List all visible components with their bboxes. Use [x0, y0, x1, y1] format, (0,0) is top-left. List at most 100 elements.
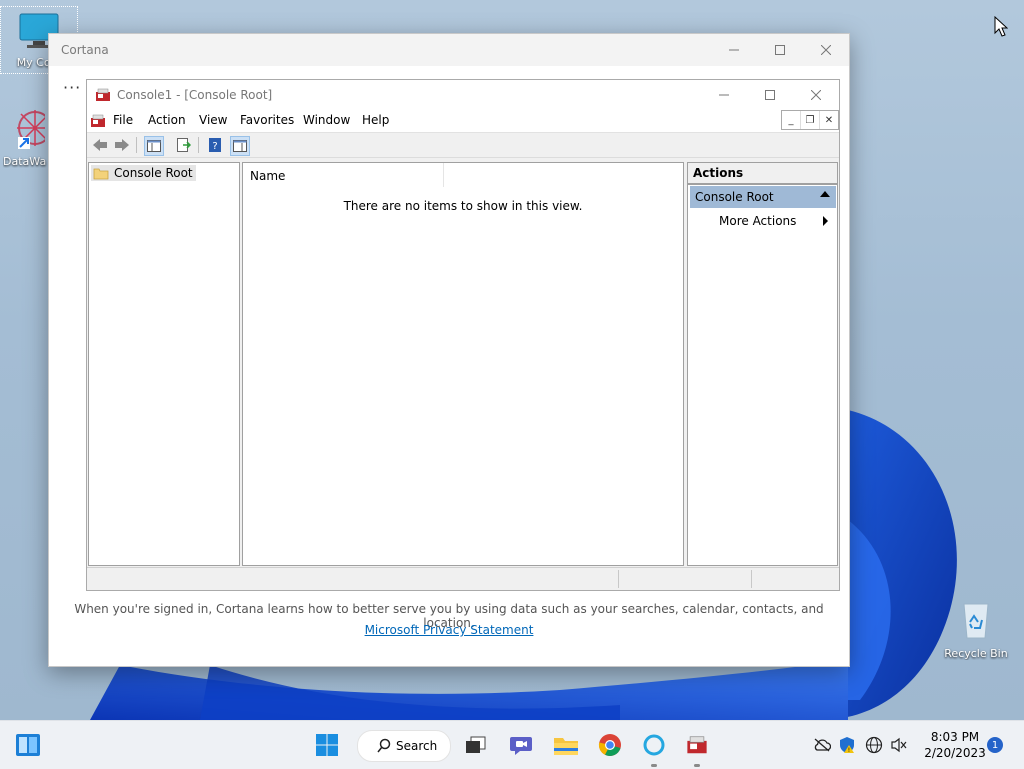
shield-warning-icon: ! — [840, 737, 854, 754]
network-button[interactable] — [865, 736, 883, 754]
results-pane: Name There are no items to show in this … — [242, 162, 684, 566]
datawa-app-icon — [17, 110, 53, 149]
export-list-button[interactable] — [175, 136, 193, 154]
mmc-status-bar — [87, 567, 839, 590]
mmc-minimize-button[interactable] — [701, 80, 747, 110]
export-list-icon — [177, 138, 191, 152]
back-button[interactable] — [91, 136, 109, 154]
submenu-arrow-icon — [823, 216, 828, 226]
mmc-app-icon — [96, 88, 110, 101]
privacy-statement-link[interactable]: Microsoft Privacy Statement — [365, 623, 534, 637]
security-status-button[interactable]: ! — [838, 736, 856, 754]
mdi-child-controls: _ ❐ ✕ — [781, 110, 839, 130]
taskbar-search[interactable]: Search — [357, 730, 451, 762]
actions-section-label: Console Root — [695, 190, 774, 204]
more-actions-item[interactable]: More Actions — [690, 210, 836, 232]
menu-help[interactable]: Help — [362, 113, 389, 127]
child-minimize-button[interactable]: _ — [782, 111, 800, 129]
close-icon — [811, 90, 821, 100]
cortana-taskbar-button[interactable] — [638, 729, 670, 767]
notification-badge[interactable]: 1 — [987, 737, 1003, 753]
maximize-icon — [765, 90, 775, 100]
desktop-icon-label: DataWa — [3, 155, 47, 168]
file-explorer-button[interactable] — [550, 729, 582, 761]
console-doc-icon[interactable] — [90, 113, 106, 129]
menu-window[interactable]: Window — [303, 113, 350, 127]
show-hide-action-pane-button[interactable] — [230, 136, 250, 156]
desktop-icon-label: Recycle Bin — [944, 647, 1008, 660]
folder-icon — [93, 168, 109, 180]
actions-section-console-root[interactable]: Console Root — [690, 186, 836, 208]
taskbar: Search ! 8:03 PM 2/20/2023 1 — [0, 720, 1024, 769]
column-header-name[interactable]: Name — [250, 169, 285, 183]
task-view-button[interactable] — [460, 729, 492, 761]
cortana-titlebar[interactable]: Cortana — [49, 34, 849, 66]
minimize-icon — [729, 49, 739, 51]
svg-text:?: ? — [212, 141, 217, 152]
mmc-close-button[interactable] — [793, 80, 839, 110]
clock-date: 2/20/2023 — [924, 746, 986, 760]
volume-button[interactable] — [890, 736, 908, 754]
teams-chat-button[interactable] — [505, 729, 537, 761]
child-restore-button[interactable]: ❐ — [800, 111, 819, 129]
start-button[interactable] — [311, 729, 343, 761]
mmc-taskbar-button[interactable] — [681, 729, 713, 767]
list-header: Name — [243, 163, 683, 188]
mmc-titlebar[interactable]: Console1 - [Console Root] — [87, 80, 839, 110]
search-label: Search — [396, 739, 438, 753]
onedrive-status-button[interactable] — [813, 736, 831, 754]
desktop-icon-recycle-bin[interactable]: Recycle Bin — [936, 598, 1016, 660]
actions-title: Actions — [693, 166, 744, 180]
cortana-ring-icon — [643, 734, 665, 756]
actions-pane: Actions Console Root More Actions — [687, 162, 838, 566]
close-icon — [821, 45, 831, 55]
widgets-icon — [16, 734, 40, 756]
back-arrow-icon — [93, 139, 107, 151]
windows-logo-icon — [316, 734, 338, 756]
mmc-console-window: Console1 - [Console Root] File Action Vi… — [86, 79, 840, 591]
minimize-icon — [719, 94, 729, 96]
tree-item-label: Console Root — [114, 166, 193, 180]
speaker-muted-icon — [891, 737, 907, 753]
minimize-button[interactable] — [711, 34, 757, 66]
taskbar-clock[interactable]: 8:03 PM 2/20/2023 — [912, 729, 998, 761]
forward-button[interactable] — [113, 136, 131, 154]
help-button[interactable]: ? — [206, 136, 224, 154]
column-divider[interactable] — [443, 163, 444, 187]
more-options-button[interactable]: ··· — [63, 78, 81, 97]
console-tree-icon — [147, 140, 161, 152]
cortana-window: Cortana ··· Console1 - [Console Root] Fi… — [48, 33, 850, 667]
help-icon: ? — [209, 138, 221, 152]
clock-time: 8:03 PM — [930, 730, 980, 744]
collapse-arrow-icon[interactable] — [820, 191, 830, 197]
tree-item-console-root[interactable]: Console Root — [91, 165, 196, 181]
show-hide-console-tree-button[interactable] — [144, 136, 164, 156]
folder-icon — [554, 738, 578, 755]
chrome-button[interactable] — [594, 729, 626, 761]
cloud-offline-icon — [814, 738, 831, 752]
chat-icon — [510, 737, 532, 755]
maximize-icon — [775, 45, 785, 55]
more-actions-label: More Actions — [719, 214, 797, 228]
console-tree-pane: Console Root — [88, 162, 240, 566]
maximize-button[interactable] — [757, 34, 803, 66]
mmc-window-title: Console1 - [Console Root] — [117, 88, 273, 102]
widgets-button[interactable] — [12, 729, 44, 761]
menu-file[interactable]: File — [113, 113, 133, 127]
mmc-menubar: File Action View Favorites Window Help _… — [87, 110, 839, 133]
forward-arrow-icon — [115, 139, 129, 151]
close-button[interactable] — [803, 34, 849, 66]
mmc-maximize-button[interactable] — [747, 80, 793, 110]
globe-icon — [865, 736, 883, 754]
menu-view[interactable]: View — [199, 113, 227, 127]
search-icon — [377, 738, 391, 753]
svg-text:!: ! — [848, 747, 850, 754]
menu-favorites[interactable]: Favorites — [240, 113, 294, 127]
menu-action[interactable]: Action — [148, 113, 186, 127]
chrome-icon — [598, 734, 621, 756]
actions-header: Actions — [688, 163, 837, 185]
desktop-icon-datawa[interactable]: DataWa — [0, 104, 53, 168]
action-pane-icon — [233, 140, 247, 152]
mmc-app-icon — [687, 736, 707, 754]
child-close-button[interactable]: ✕ — [819, 111, 838, 129]
